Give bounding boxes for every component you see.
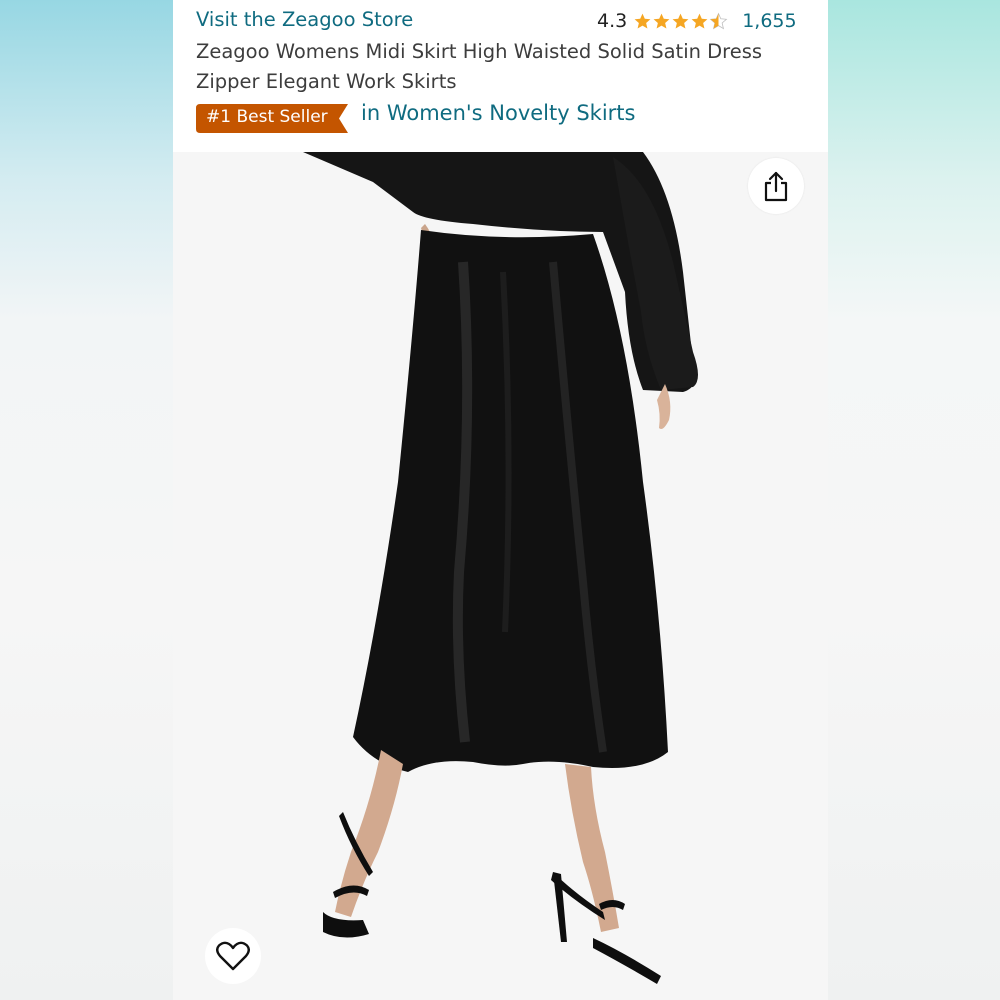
product-header: Visit the Zeagoo Store 4.3 1,655 Zeagoo … bbox=[173, 0, 828, 152]
share-button[interactable] bbox=[748, 158, 804, 214]
product-image-area[interactable] bbox=[173, 152, 828, 1000]
half-star-icon bbox=[709, 12, 728, 29]
rating-count[interactable]: 1,655 bbox=[742, 10, 796, 32]
star-icon bbox=[672, 13, 689, 29]
share-icon bbox=[764, 171, 788, 202]
favorite-button[interactable] bbox=[205, 928, 261, 984]
best-seller-badge[interactable]: #1 Best Seller bbox=[196, 104, 348, 133]
heart-icon bbox=[216, 941, 250, 971]
product-title: Zeagoo Womens Midi Skirt High Waisted So… bbox=[196, 40, 763, 93]
badge-label: #1 Best Seller bbox=[206, 107, 328, 127]
star-icon bbox=[634, 13, 651, 29]
background-right bbox=[828, 0, 1000, 1000]
background-left bbox=[0, 0, 173, 1000]
badge-category-link[interactable]: in Women's Novelty Skirts bbox=[361, 101, 636, 125]
star-icon bbox=[653, 13, 670, 29]
star-rating bbox=[633, 12, 728, 31]
product-panel: Visit the Zeagoo Store 4.3 1,655 Zeagoo … bbox=[173, 0, 828, 1000]
rating-value: 4.3 bbox=[597, 10, 628, 32]
product-image bbox=[303, 152, 698, 984]
star-icon bbox=[691, 13, 708, 29]
store-link[interactable]: Visit the Zeagoo Store bbox=[196, 8, 413, 31]
rating-summary[interactable]: 4.3 1,655 bbox=[597, 8, 797, 34]
